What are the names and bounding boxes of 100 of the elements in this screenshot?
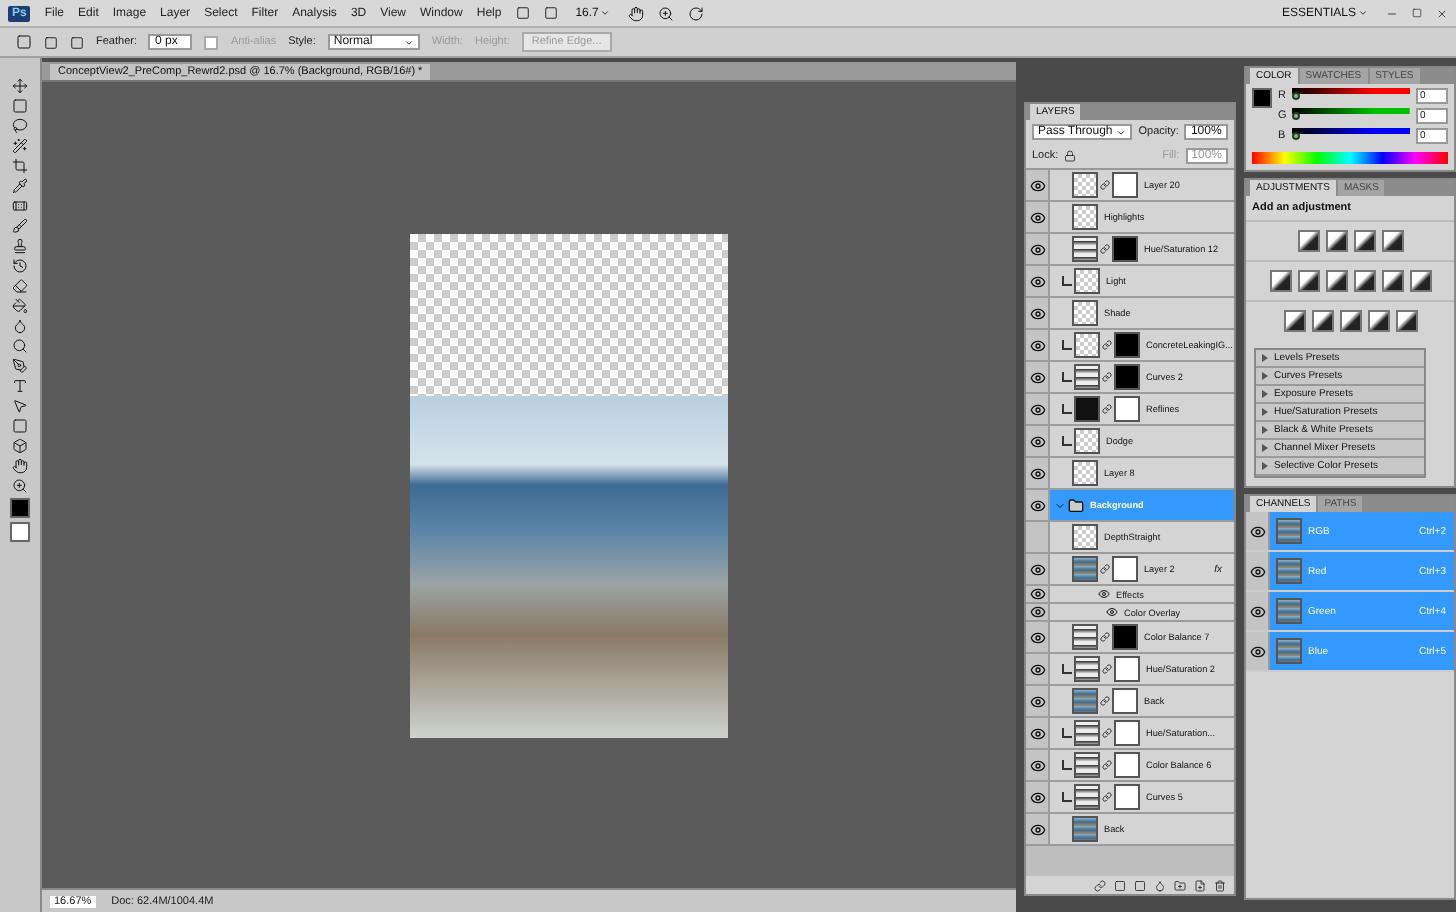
layer-mask-thumbnail xyxy=(1114,332,1140,358)
eraser-tool-icon[interactable] xyxy=(12,278,28,294)
eye-icon[interactable] xyxy=(1029,273,1045,289)
adjustment-icon[interactable] xyxy=(1283,310,1305,332)
color-slider-track[interactable] xyxy=(1291,128,1410,144)
adjustment-icon[interactable] xyxy=(1381,270,1403,292)
eye-icon[interactable] xyxy=(1029,561,1045,577)
eye-icon[interactable] xyxy=(1029,465,1045,481)
eye-icon[interactable] xyxy=(1249,563,1265,579)
link-icon xyxy=(1100,632,1110,642)
adjustment-icon[interactable] xyxy=(1339,310,1361,332)
adjustment-icon[interactable] xyxy=(1395,310,1417,332)
brush-tool-icon[interactable] xyxy=(12,218,28,234)
link-icon xyxy=(1102,404,1112,414)
layer-thumbnail xyxy=(1072,172,1098,198)
eye-icon[interactable] xyxy=(1029,177,1045,193)
maximize-icon[interactable] xyxy=(1412,8,1422,18)
new-layer-icon[interactable] xyxy=(1194,879,1206,891)
adjustment-icon[interactable] xyxy=(1297,270,1319,292)
eye-icon[interactable] xyxy=(1029,305,1045,321)
layer-thumbnail xyxy=(1072,524,1098,550)
link-icon xyxy=(1102,728,1112,738)
eye-icon[interactable] xyxy=(1029,725,1045,741)
marquee-tool-icon[interactable] xyxy=(16,34,32,50)
adjustment-icon[interactable] xyxy=(1269,270,1291,292)
eye-icon[interactable] xyxy=(1029,337,1045,353)
adjustment-icon[interactable] xyxy=(1297,230,1319,252)
eye-icon[interactable] xyxy=(1029,604,1045,620)
background-color-swatch[interactable] xyxy=(10,522,30,542)
eye-icon[interactable] xyxy=(1098,588,1110,600)
layer-thumbnail xyxy=(1072,236,1098,262)
slider-thumb[interactable] xyxy=(1291,92,1300,100)
3d-tool-icon[interactable] xyxy=(12,438,28,454)
eye-icon[interactable] xyxy=(1029,369,1045,385)
adjustment-layer-icon[interactable] xyxy=(1154,879,1166,891)
adjustment-icon[interactable] xyxy=(1353,230,1375,252)
eye-icon[interactable] xyxy=(1106,606,1118,618)
zoom-icon[interactable] xyxy=(658,5,675,21)
eye-icon[interactable] xyxy=(1029,586,1045,602)
eye-icon[interactable] xyxy=(1029,497,1045,513)
pen-tool-icon[interactable] xyxy=(12,358,28,374)
adjustment-icon[interactable] xyxy=(1325,270,1347,292)
blur-tool-icon[interactable] xyxy=(12,318,28,334)
slider-thumb[interactable] xyxy=(1292,112,1301,120)
history-brush-tool-icon[interactable] xyxy=(12,258,28,274)
layer-mask-thumbnail xyxy=(1114,752,1140,778)
eye-icon[interactable] xyxy=(1029,757,1045,773)
eye-icon[interactable] xyxy=(1029,629,1045,645)
eye-icon[interactable] xyxy=(1249,523,1265,539)
hand-tool-icon[interactable] xyxy=(12,458,28,474)
new-group-icon[interactable] xyxy=(1174,879,1186,891)
eye-icon[interactable] xyxy=(1029,693,1045,709)
lock-icon[interactable] xyxy=(1064,150,1077,162)
foreground-color-swatch[interactable] xyxy=(10,498,30,518)
hand-icon[interactable] xyxy=(628,5,645,21)
adjustment-icon[interactable] xyxy=(1367,310,1389,332)
eye-icon[interactable] xyxy=(1029,821,1045,837)
link-icon xyxy=(1100,696,1110,706)
eye-icon[interactable] xyxy=(1029,433,1045,449)
eye-icon[interactable] xyxy=(1029,789,1045,805)
eye-icon[interactable] xyxy=(1029,209,1045,225)
lasso-tool-icon[interactable] xyxy=(12,118,28,134)
folder-icon xyxy=(1068,497,1084,513)
rotate-view-icon[interactable] xyxy=(688,5,705,21)
link-icon xyxy=(1100,244,1110,254)
move-tool-icon[interactable] xyxy=(12,78,28,94)
adjustment-icon[interactable] xyxy=(1353,270,1375,292)
adjustment-icon[interactable] xyxy=(1381,230,1403,252)
layer-thumbnail xyxy=(1074,656,1100,682)
link-icon[interactable] xyxy=(1094,879,1106,891)
eye-icon[interactable] xyxy=(1249,603,1265,619)
crop-tool-icon[interactable] xyxy=(12,158,28,174)
eyedropper-tool-icon[interactable] xyxy=(12,178,28,194)
layer-thumbnail xyxy=(1072,300,1098,326)
link-icon xyxy=(1102,792,1112,802)
foreground-color-swatch[interactable] xyxy=(1252,88,1272,108)
adjustment-icon[interactable] xyxy=(1409,270,1431,292)
healing-brush-tool-icon[interactable] xyxy=(12,198,28,214)
eye-icon[interactable] xyxy=(1029,401,1045,417)
layer-thumbnail xyxy=(1074,396,1100,422)
slider-thumb[interactable] xyxy=(1291,132,1300,140)
eye-icon[interactable] xyxy=(1249,643,1265,659)
paint-bucket-tool-icon[interactable] xyxy=(12,298,28,314)
zoom-tool-icon[interactable] xyxy=(12,478,28,494)
eye-icon[interactable] xyxy=(1029,241,1045,257)
type-tool-icon[interactable] xyxy=(12,378,28,394)
link-icon xyxy=(1102,340,1112,350)
stamp-tool-icon[interactable] xyxy=(12,238,28,254)
marquee-tool-icon[interactable] xyxy=(12,98,28,114)
path-selection-tool-icon[interactable] xyxy=(12,398,28,414)
shape-tool-icon[interactable] xyxy=(12,418,28,434)
adjustment-icon[interactable] xyxy=(1311,310,1333,332)
trash-icon[interactable] xyxy=(1214,879,1226,891)
color-slider-track[interactable] xyxy=(1292,108,1410,124)
color-spectrum[interactable] xyxy=(1252,152,1448,164)
magic-wand-tool-icon[interactable] xyxy=(12,138,28,154)
adjustment-icon[interactable] xyxy=(1325,230,1347,252)
eye-icon[interactable] xyxy=(1029,661,1045,677)
close-icon[interactable] xyxy=(1436,7,1448,19)
color-slider-track[interactable] xyxy=(1291,88,1410,104)
